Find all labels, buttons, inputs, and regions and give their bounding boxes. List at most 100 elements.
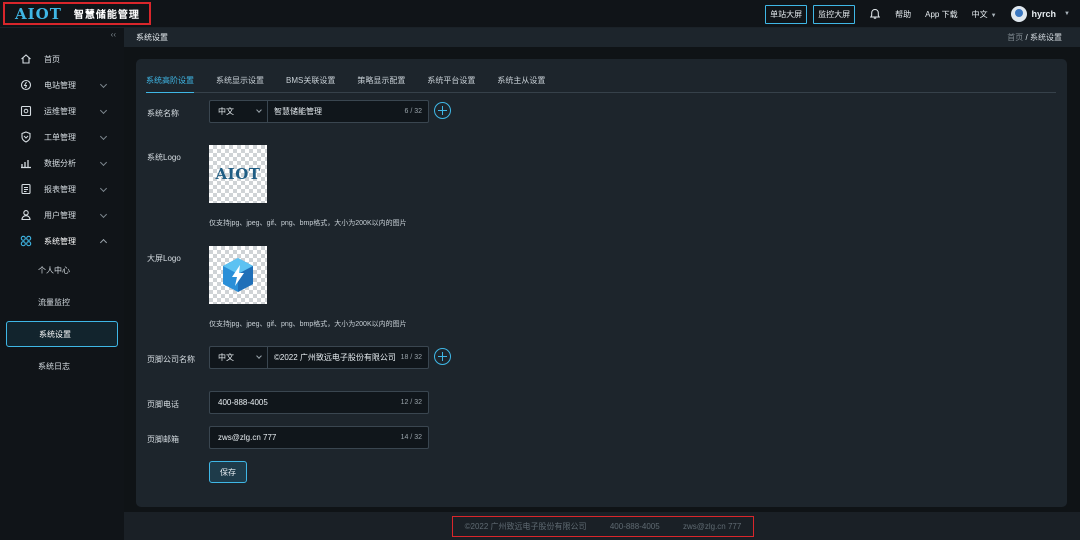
chevron-up-icon bbox=[99, 238, 108, 247]
sidebar-subitem-logs[interactable]: 系统日志 bbox=[0, 350, 124, 382]
breadcrumb-separator: / bbox=[1025, 33, 1028, 42]
sidebar-item-workorder[interactable]: 工单管理 bbox=[0, 124, 124, 150]
add-language-icon[interactable] bbox=[434, 348, 451, 365]
language-select[interactable]: 中文 ▼ bbox=[972, 9, 997, 20]
apps-icon bbox=[20, 235, 32, 247]
username: hyrch bbox=[1031, 9, 1057, 19]
settings-panel: 系统高阶设置 系统显示设置 BMS关联设置 策略显示配置 系统平台设置 系统主从… bbox=[136, 59, 1067, 507]
tab-platform[interactable]: 系统平台设置 bbox=[427, 75, 475, 93]
add-language-icon[interactable] bbox=[434, 102, 451, 119]
lightning-cube-icon bbox=[223, 258, 253, 292]
sidebar-item-users[interactable]: 用户管理 bbox=[0, 202, 124, 228]
breadcrumb-home[interactable]: 首页 bbox=[1007, 33, 1023, 42]
brand-logo: AIOT bbox=[15, 4, 62, 23]
system-logo-upload[interactable]: AIOT bbox=[209, 145, 267, 203]
company-label: 页脚公司名称 bbox=[147, 355, 195, 364]
sidebar-item-label: 首页 bbox=[44, 54, 60, 64]
system-name-label: 系统名称 bbox=[147, 109, 179, 118]
sidebar-subitem-traffic[interactable]: 流量监控 bbox=[0, 286, 124, 318]
user-icon bbox=[21, 210, 31, 221]
shield-icon bbox=[21, 131, 31, 143]
single-station-screen-button[interactable]: 单站大屏 bbox=[765, 4, 808, 24]
company-input[interactable]: ©2022 广州致远电子股份有限公司 bbox=[268, 352, 401, 363]
sidebar-item-maintenance[interactable]: 运维管理 bbox=[0, 98, 124, 124]
chevron-down-icon bbox=[99, 184, 108, 193]
collapse-sidebar-icon[interactable]: ‹‹ bbox=[111, 30, 116, 39]
sidebar-item-label: 电站管理 bbox=[44, 80, 76, 90]
char-count: 12 / 32 bbox=[400, 399, 422, 406]
sidebar-item-reports[interactable]: 报表管理 bbox=[0, 176, 124, 202]
app-download-link[interactable]: App 下载 bbox=[925, 9, 957, 20]
sidebar: ‹‹ 首页 电站管理 运维管理 工单管理 数据分析 报表管理 用户管理 系统管理… bbox=[0, 28, 124, 540]
company-field: 中文 ©2022 广州致远电子股份有限公司 18 / 32 bbox=[209, 346, 429, 369]
tab-strategy[interactable]: 策略显示配置 bbox=[357, 75, 405, 93]
help-link[interactable]: 帮助 bbox=[895, 9, 911, 20]
tab-master-slave[interactable]: 系统主从设置 bbox=[497, 75, 545, 93]
company-language-select[interactable]: 中文 bbox=[210, 347, 268, 368]
system-name-field: 中文 智慧储能管理 6 / 32 bbox=[209, 100, 429, 123]
page-title: 系统设置 bbox=[136, 33, 168, 42]
top-header: AIOT 智慧储能管理 单站大屏 监控大屏 帮助 App 下载 中文 ▼ hyrc… bbox=[0, 0, 1080, 28]
email-input[interactable]: zws@zlg.cn 777 bbox=[212, 433, 401, 442]
document-icon bbox=[21, 183, 31, 195]
breadcrumb: 首页 / 系统设置 bbox=[1007, 32, 1062, 43]
email-label: 页脚邮箱 bbox=[147, 435, 179, 444]
chevron-down-icon bbox=[99, 80, 108, 89]
sidebar-item-label: 系统管理 bbox=[44, 236, 76, 246]
footer-info: ©2022 广州致远电子股份有限公司 400-888-4005 zws@zlg.… bbox=[452, 516, 754, 537]
chevron-down-icon bbox=[99, 106, 108, 115]
brand[interactable]: AIOT 智慧储能管理 bbox=[3, 2, 151, 25]
tab-advanced[interactable]: 系统高阶设置 bbox=[146, 75, 194, 93]
system-name-language-select[interactable]: 中文 bbox=[210, 101, 268, 122]
power-icon bbox=[20, 79, 32, 91]
chevron-down-icon bbox=[99, 210, 108, 219]
sidebar-item-label: 报表管理 bbox=[44, 184, 76, 194]
brand-name: 智慧储能管理 bbox=[73, 10, 140, 21]
system-logo-label: 系统Logo bbox=[147, 153, 181, 162]
phone-input[interactable]: 400-888-4005 bbox=[212, 398, 401, 407]
chevron-down-icon: ▼ bbox=[990, 12, 997, 19]
sidebar-subitem-profile[interactable]: 个人中心 bbox=[0, 254, 124, 286]
bar-chart-icon bbox=[21, 160, 31, 169]
sidebar-item-label: 运维管理 bbox=[44, 106, 76, 116]
chevron-down-icon bbox=[256, 353, 262, 359]
home-icon bbox=[21, 54, 31, 64]
email-field: zws@zlg.cn 777 14 / 32 bbox=[209, 426, 429, 449]
user-menu[interactable]: hyrch ▼ bbox=[1010, 6, 1070, 22]
chevron-down-icon bbox=[256, 107, 262, 113]
bell-icon[interactable] bbox=[869, 8, 881, 20]
footer-email: zws@zlg.cn 777 bbox=[682, 522, 742, 531]
phone-field: 400-888-4005 12 / 32 bbox=[209, 391, 429, 414]
sidebar-subitem-settings[interactable]: 系统设置 bbox=[6, 321, 118, 347]
sidebar-item-label: 数据分析 bbox=[44, 158, 76, 168]
system-logo-image: AIOT bbox=[215, 165, 261, 183]
sidebar-item-label: 用户管理 bbox=[44, 210, 76, 220]
monitor-screen-button[interactable]: 监控大屏 bbox=[813, 4, 856, 24]
system-name-input[interactable]: 智慧储能管理 bbox=[268, 106, 404, 117]
footer: ©2022 广州致远电子股份有限公司 400-888-4005 zws@zlg.… bbox=[124, 512, 1080, 540]
language-label: 中文 bbox=[971, 9, 988, 19]
sidebar-item-home[interactable]: 首页 bbox=[0, 46, 124, 72]
big-logo-hint: 仅支持jpg、jpeg、gif、png、bmp格式，大小为200K以内的图片 bbox=[209, 321, 407, 328]
chevron-down-icon bbox=[99, 132, 108, 141]
sidebar-item-analysis[interactable]: 数据分析 bbox=[0, 150, 124, 176]
big-logo-upload[interactable] bbox=[209, 246, 267, 304]
avatar bbox=[1010, 6, 1027, 22]
sidebar-item-station[interactable]: 电站管理 bbox=[0, 72, 124, 98]
breadcrumb-current: 系统设置 bbox=[1030, 33, 1062, 42]
footer-company: ©2022 广州致远电子股份有限公司 bbox=[464, 522, 587, 531]
big-logo-label: 大屏Logo bbox=[147, 254, 181, 263]
save-button[interactable]: 保存 bbox=[209, 461, 247, 483]
sidebar-item-system[interactable]: 系统管理 bbox=[0, 228, 124, 254]
monitor-icon bbox=[20, 105, 32, 117]
char-count: 14 / 32 bbox=[400, 434, 422, 441]
chevron-down-icon: ▼ bbox=[1064, 11, 1070, 17]
breadcrumb-bar: 系统设置 首页 / 系统设置 bbox=[124, 28, 1080, 47]
header-actions: 单站大屏 监控大屏 帮助 App 下载 中文 ▼ hyrch ▼ bbox=[765, 0, 1070, 28]
footer-phone: 400-888-4005 bbox=[609, 522, 660, 531]
tab-bms[interactable]: BMS关联设置 bbox=[286, 75, 335, 93]
char-count: 18 / 32 bbox=[400, 354, 422, 361]
language-value: 中文 bbox=[218, 107, 234, 116]
tab-display[interactable]: 系统显示设置 bbox=[216, 75, 264, 93]
system-logo-hint: 仅支持jpg、jpeg、gif、png、bmp格式，大小为200K以内的图片 bbox=[209, 220, 407, 227]
